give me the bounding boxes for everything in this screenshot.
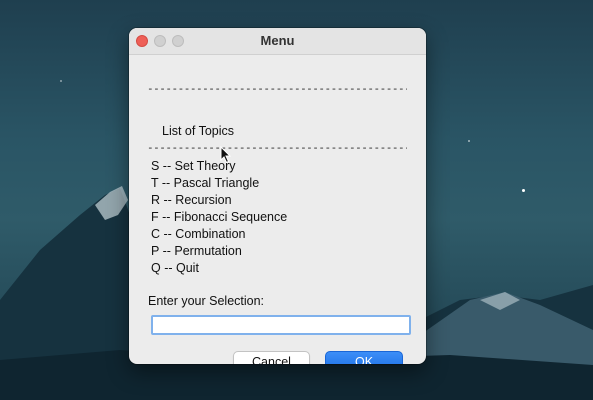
separator-top: ----------------------------------------… — [147, 82, 407, 95]
topic-item-quit: Q -- Quit — [151, 261, 199, 275]
topic-item-combination: C -- Combination — [151, 227, 246, 241]
mouse-cursor-icon — [220, 146, 232, 164]
window-title: Menu — [260, 33, 295, 48]
star — [522, 189, 525, 192]
dialog-content: ----------------------------------------… — [129, 54, 426, 364]
star — [60, 80, 62, 82]
menu-dialog: Menu -----------------------------------… — [129, 28, 426, 364]
star — [468, 140, 470, 142]
topic-item-fibonacci: F -- Fibonacci Sequence — [151, 210, 288, 224]
separator-bottom: ----------------------------------------… — [147, 141, 407, 154]
topic-item-permutation: P -- Permutation — [151, 244, 242, 258]
title-bar[interactable]: Menu — [129, 28, 426, 55]
ok-button[interactable]: OK — [325, 351, 403, 364]
topic-list: S -- Set Theory T -- Pascal Triangle R -… — [151, 158, 287, 277]
cancel-button[interactable]: Cancel — [233, 351, 310, 364]
topic-item-pascal-triangle: T -- Pascal Triangle — [151, 176, 260, 190]
selection-input[interactable] — [151, 315, 411, 335]
topics-heading: List of Topics — [162, 124, 235, 138]
topic-item-recursion: R -- Recursion — [151, 193, 232, 207]
selection-label: Enter your Selection: — [148, 294, 265, 308]
